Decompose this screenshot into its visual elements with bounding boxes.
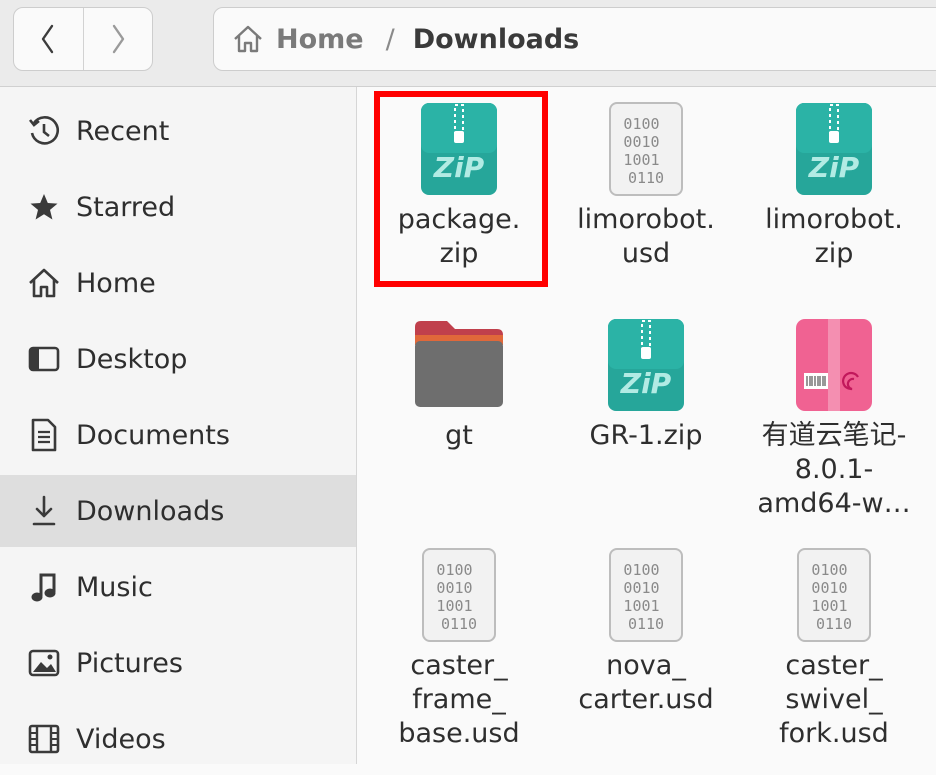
chevron-left-icon [42, 24, 54, 54]
sidebar-item-downloads[interactable]: Downloads [0, 475, 356, 547]
binary-file-icon: 0100 0010 1001 0110 [422, 548, 496, 642]
sidebar-item-label: Videos [76, 723, 166, 755]
file-item[interactable]: ZiP GR-1.zip [553, 315, 739, 453]
svg-text:ZiP: ZiP [808, 151, 860, 184]
film-icon [26, 721, 62, 757]
chevron-right-icon [112, 24, 124, 54]
home-icon [26, 265, 62, 301]
picture-icon [26, 645, 62, 681]
forward-button[interactable] [82, 8, 153, 70]
file-name: limorobot. zip [765, 204, 903, 269]
sidebar-item-starred[interactable]: Starred [0, 171, 356, 243]
breadcrumb-home-label: Home [276, 23, 364, 55]
sidebar-item-label: Documents [76, 419, 230, 451]
sidebar-item-label: Starred [76, 191, 176, 223]
binary-file-icon: 0100 0010 1001 0110 [609, 548, 683, 642]
file-name: caster_ frame_ base.usd [398, 650, 520, 749]
file-name: 有道云笔记- 8.0.1- amd64-w… [757, 420, 911, 519]
file-name: nova_ carter.usd [578, 650, 714, 715]
file-item[interactable]: ZiP limorobot. zip [741, 87, 927, 271]
file-item[interactable]: 0100 0010 1001 0110 caster_ swivel_ fork… [741, 545, 927, 751]
selection-highlight [374, 91, 548, 287]
sidebar-item-label: Recent [76, 115, 170, 147]
binary-file-icon: 0100 0010 1001 0110 [797, 548, 871, 642]
svg-text:ZiP: ZiP [620, 367, 672, 400]
zip-file-icon: ZiP [608, 319, 684, 411]
sidebar-item-label: Home [76, 267, 156, 299]
sidebar-item-home[interactable]: Home [0, 247, 356, 319]
file-item[interactable]: gt [366, 315, 552, 453]
svg-text:0100 0010 1001: 0100 0010 1001 0110 [811, 561, 856, 633]
svg-text:0100 0010 1001: 0100 0010 1001 0110 [623, 115, 668, 187]
sidebar-item-desktop[interactable]: Desktop [0, 323, 356, 395]
file-name: caster_ swivel_ fork.usd [779, 650, 889, 749]
sidebar-item-label: Desktop [76, 343, 188, 375]
sidebar: Recent Starred Home Desktop Documents Do… [0, 87, 357, 764]
file-name: GR-1.zip [589, 420, 703, 451]
sidebar-item-label: Music [76, 571, 153, 603]
home-icon [234, 25, 262, 53]
desktop-icon [26, 341, 62, 377]
sidebar-item-music[interactable]: Music [0, 551, 356, 623]
file-name: gt [445, 420, 473, 451]
svg-text:0100 0010 1001: 0100 0010 1001 0110 [436, 561, 481, 633]
folder-icon [415, 321, 503, 407]
file-item[interactable]: ZiP package. zip [366, 87, 552, 287]
sidebar-item-documents[interactable]: Documents [0, 399, 356, 471]
file-item[interactable]: 0100 0010 1001 0110 caster_ frame_ base.… [366, 545, 552, 751]
download-icon [26, 493, 62, 529]
star-icon [26, 189, 62, 225]
file-item[interactable]: 有道云笔记- 8.0.1- amd64-w… [741, 315, 927, 521]
sidebar-item-label: Pictures [76, 647, 183, 679]
svg-text:0100 0010 1001: 0100 0010 1001 0110 [623, 561, 668, 633]
navigation-buttons [13, 7, 153, 71]
binary-file-icon: 0100 0010 1001 0110 [609, 102, 683, 196]
header-bar: Home / Downloads [0, 0, 936, 87]
sidebar-item-pictures[interactable]: Pictures [0, 627, 356, 699]
file-name: limorobot. usd [577, 204, 715, 269]
sidebar-item-videos[interactable]: Videos [0, 703, 356, 775]
deb-package-icon [796, 319, 872, 411]
clock-icon [26, 113, 62, 149]
music-icon [26, 569, 62, 605]
back-button[interactable] [14, 8, 83, 70]
sidebar-item-recent[interactable]: Recent [0, 95, 356, 167]
file-grid: ZiP package. zip 0100 0010 1001 0110 lim… [357, 87, 936, 764]
breadcrumb: Home / Downloads [213, 7, 936, 71]
zip-file-icon: ZiP [796, 103, 872, 195]
file-item[interactable]: 0100 0010 1001 0110 limorobot. usd [553, 87, 739, 271]
file-item[interactable]: 0100 0010 1001 0110 nova_ carter.usd [553, 545, 739, 717]
document-icon [26, 417, 62, 453]
breadcrumb-separator: / [385, 23, 395, 55]
breadcrumb-home[interactable]: Home [232, 24, 364, 55]
sidebar-item-label: Downloads [76, 495, 225, 527]
breadcrumb-current[interactable]: Downloads [413, 24, 580, 55]
